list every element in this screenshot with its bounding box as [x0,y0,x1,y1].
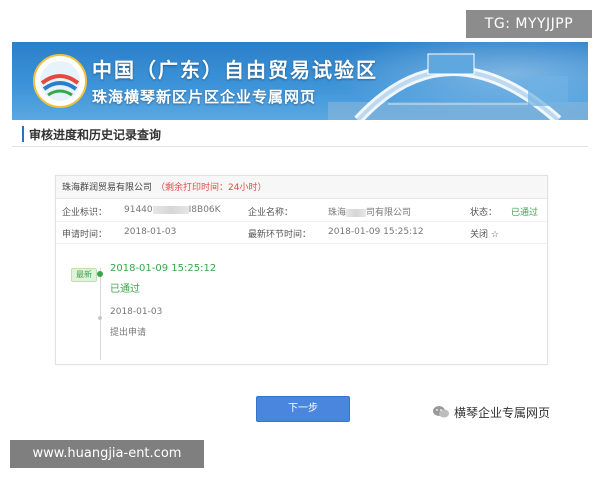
url-watermark: www.huangjia-ent.com [10,440,204,468]
redaction-mask [346,208,367,217]
ftz-logo-icon [33,54,87,108]
latest-value: 2018-01-09 15:25:12 [328,227,424,237]
timeline-item-1-time: 2018-01-09 15:25:12 [110,263,217,274]
info-row-1: 企业标识： 91440 I8B06K 企业名称： 珠海 司有限公司 状态： 已通过 [56,199,547,222]
print-time-note: （剩余打印时间：24小时） [156,183,267,193]
status-value: 已通过 [511,208,539,218]
section-title: 审核进度和历史记录查询 [29,128,162,142]
name-label: 企业名称： [248,208,294,218]
banner-subtitle: 珠海横琴新区片区企业专属网页 [92,88,317,106]
timeline-item-1-status: 已通过 [110,284,140,295]
timeline-dot-active [97,271,103,277]
id-prefix: 91440 [124,205,153,215]
id-label: 企业标识： [62,208,108,218]
company-row: 珠海群润贸易有限公司 （剩余打印时间：24小时） [56,176,547,199]
section-header: 审核进度和历史记录查询 [12,122,588,147]
info-row-2: 申请时间： 2018-01-03 最新环节时间： 2018-01-09 15:2… [56,221,547,244]
wechat-watermark: 横琴企业专属网页 [432,404,550,424]
id-value: 91440 I8B06K [124,205,221,215]
close-toggle[interactable]: 关闭 ☆ [470,227,499,240]
timeline-line [100,268,101,360]
company-name: 珠海群润贸易有限公司 [62,183,153,193]
id-suffix: I8B06K [188,205,221,215]
name-prefix: 珠海 [328,208,347,218]
apply-label: 申请时间： [62,230,108,240]
bridge-arch-illustration [328,53,588,120]
apply-value: 2018-01-03 [124,227,177,237]
wechat-icon [433,406,449,418]
progress-card: 珠海群润贸易有限公司 （剩余打印时间：24小时） 企业标识： 91440 I8B0… [55,175,548,365]
header-banner: 中国（广东）自由贸易试验区 珠海横琴新区片区企业专属网页 [12,42,588,120]
redaction-mask [152,205,189,214]
tg-watermark: TG: MYYJJPP [466,10,592,38]
latest-badge: 最新 [71,268,97,282]
latest-label: 最新环节时间： [248,230,312,240]
timeline-dot [98,316,102,320]
section-accent-bar [22,126,24,142]
name-value: 珠海 司有限公司 [328,205,411,218]
wechat-account-name: 横琴企业专属网页 [454,406,551,420]
timeline-item-2-status: 提出申请 [110,328,147,338]
name-suffix: 司有限公司 [366,208,412,218]
next-step-button[interactable]: 下一步 [256,396,350,422]
timeline-item-2-time: 2018-01-03 [110,307,163,317]
status-label: 状态： [470,208,498,218]
